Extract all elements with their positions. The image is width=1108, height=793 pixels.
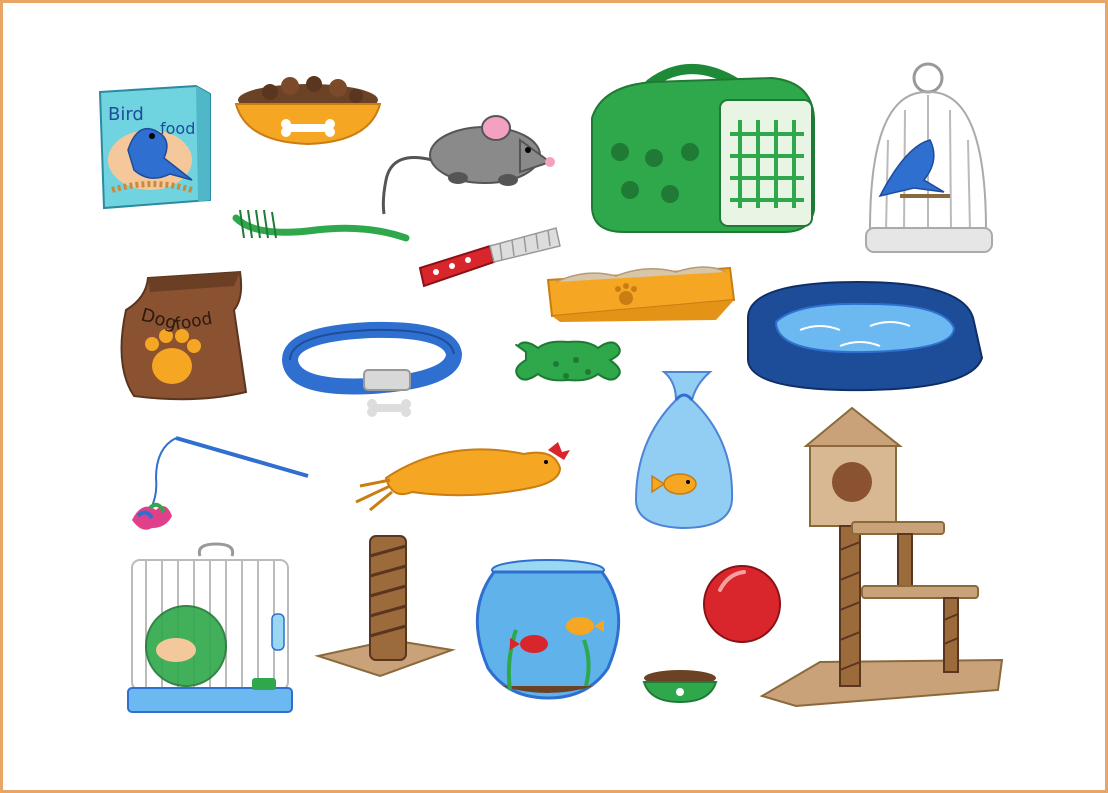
hamster-cage-icon	[127, 542, 293, 713]
bird-food-label-line2: food	[160, 119, 195, 138]
fish-bowl-icon	[475, 559, 621, 700]
dog-food-bag-icon: Dog food	[120, 270, 248, 401]
bird-food-label-line1: Bird	[108, 104, 144, 125]
cat-wand-icon	[132, 436, 309, 530]
bird-food-box-icon: Bird food	[98, 84, 211, 210]
toothbrush-icon	[232, 209, 410, 242]
comb-icon	[418, 227, 561, 288]
pet-bed-icon	[747, 280, 984, 392]
chew-toy-icon	[515, 340, 621, 382]
toy-mouse-icon	[381, 115, 555, 215]
cat-tree-icon	[759, 406, 1004, 708]
scratching-post-icon	[314, 535, 456, 678]
pet-carrier-icon	[591, 64, 815, 233]
food-bowl-icon	[234, 76, 382, 146]
collar-icon	[281, 321, 463, 417]
illustration-frame: Bird food Dog food	[0, 0, 1108, 793]
bird-cage-icon	[865, 62, 993, 253]
red-ball-icon	[703, 565, 781, 643]
rubber-chicken-icon	[355, 442, 570, 512]
fish-bag-icon	[634, 371, 734, 530]
small-bowl-icon	[642, 670, 718, 704]
pet-supplies-illustration: Bird food Dog food	[98, 62, 1004, 713]
litter-box-icon	[546, 266, 736, 322]
